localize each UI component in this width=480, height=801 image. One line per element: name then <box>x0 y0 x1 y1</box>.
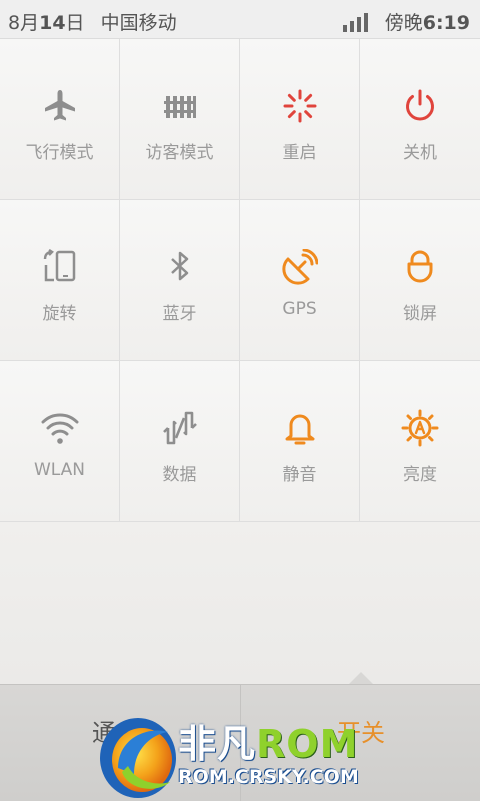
wifi-icon <box>40 408 80 448</box>
toggle-label: GPS <box>282 299 317 319</box>
status-date: 8月14日 <box>8 12 85 34</box>
bell-icon <box>280 408 320 448</box>
toggle-label: 飞行模式 <box>25 143 94 163</box>
toggle-label: 访客模式 <box>145 143 214 163</box>
toggle-label: 静音 <box>282 465 317 485</box>
toggle-brightness[interactable]: 亮度 <box>360 361 480 522</box>
toggle-label: 数据 <box>162 465 197 485</box>
toggle-bluetooth[interactable]: 蓝牙 <box>120 200 240 361</box>
rotate-icon <box>40 247 80 287</box>
empty-panel-area <box>0 522 480 684</box>
toggle-label: 重启 <box>282 143 317 163</box>
lock-icon <box>400 247 440 287</box>
toggle-lock-screen[interactable]: 锁屏 <box>360 200 480 361</box>
toggle-reboot[interactable]: 重启 <box>240 39 360 200</box>
data-icon <box>160 408 200 448</box>
guest-mode-icon <box>160 86 200 126</box>
toggle-auto-rotate[interactable]: 旋转 <box>0 200 120 361</box>
toggle-label: 蓝牙 <box>162 304 197 324</box>
toggle-label: WLAN <box>33 460 86 480</box>
toggle-grid: 飞行模式 访客模式 重启 关机 旋转 蓝牙 GPS 锁屏 WLAN 数据 静音 … <box>0 39 480 522</box>
active-tab-pointer <box>349 672 373 684</box>
carrier-name: 中国移动 <box>100 12 177 34</box>
watermark-title: 非凡ROM <box>178 722 359 766</box>
gps-icon <box>280 247 320 287</box>
reboot-icon <box>280 86 320 126</box>
toggle-label: 旋转 <box>42 304 77 324</box>
bluetooth-icon <box>160 247 200 287</box>
toggle-airplane-mode[interactable]: 飞行模式 <box>0 39 120 200</box>
airplane-icon <box>40 86 80 126</box>
status-time: 傍晚6:19 <box>384 12 470 34</box>
toggle-label: 亮度 <box>403 465 437 485</box>
toggle-gps[interactable]: GPS <box>240 200 360 361</box>
status-bar: 8月14日 中国移动 傍晚6:19 <box>0 0 480 39</box>
toggle-label: 关机 <box>403 143 437 163</box>
signal-strength-icon <box>342 12 371 32</box>
toggle-mobile-data[interactable]: 数据 <box>120 361 240 522</box>
watermark-site: ROM.CRSKY.COM <box>178 766 359 788</box>
brightness-icon <box>400 408 440 448</box>
power-icon <box>400 86 440 126</box>
toggle-power-off[interactable]: 关机 <box>360 39 480 200</box>
toggle-label: 锁屏 <box>403 304 437 324</box>
toggle-silent[interactable]: 静音 <box>240 361 360 522</box>
toggle-guest-mode[interactable]: 访客模式 <box>120 39 240 200</box>
toggle-wlan[interactable]: WLAN <box>0 361 120 522</box>
